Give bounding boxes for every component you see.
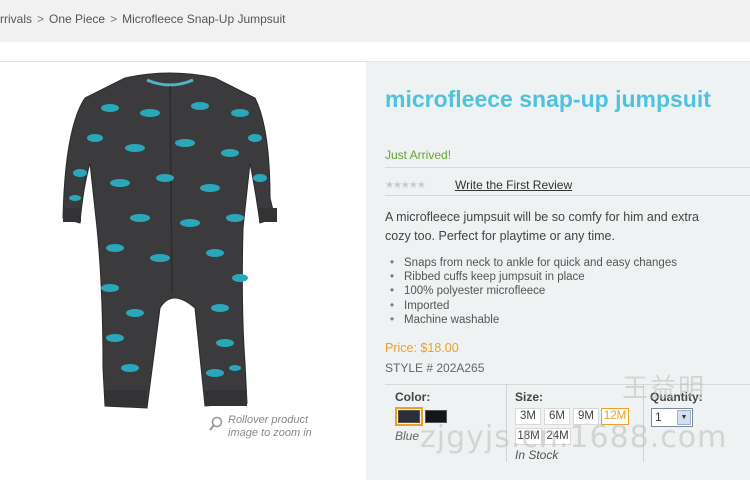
divider [385, 195, 750, 196]
product-detail-pane: microfleece snap-up jumpsuit Just Arrive… [366, 62, 750, 480]
product-title: microfleece snap-up jumpsuit [385, 86, 711, 112]
breadcrumb-current: Microfleece Snap-Up Jumpsuit [122, 12, 286, 26]
divider [385, 167, 750, 168]
feature-item: Ribbed cuffs keep jumpsuit in place [390, 270, 677, 284]
breadcrumb-link-arrivals[interactable]: rrivals [0, 12, 32, 26]
selected-color-name: Blue [395, 429, 420, 443]
feature-item: Imported [390, 299, 677, 313]
product-image-pane: Rollover product image to zoom in [0, 62, 366, 480]
watermark-name: 王益明 [622, 374, 707, 404]
zoom-hint-text: Rollover product image to zoom in [228, 414, 312, 439]
product-description: A microfleece jumpsuit will be so comfy … [385, 210, 700, 243]
feature-item: Snaps from neck to ankle for quick and e… [390, 256, 677, 270]
breadcrumb-bar: rrivals > One Piece > Microfleece Snap-Up Ju… [0, 0, 750, 42]
rating-stars-icon: ★★★★★ [385, 180, 426, 191]
product-image[interactable] [55, 68, 285, 418]
breadcrumb-link-one-piece[interactable]: One Piece [49, 12, 105, 26]
watermark-url: zjgyjs.cn.1688.com [420, 420, 728, 455]
breadcrumb-separator: > [110, 12, 118, 26]
color-label: Color: [395, 390, 431, 404]
color-swatch-blue[interactable] [395, 407, 423, 426]
just-arrived-badge: Just Arrived! [385, 148, 452, 162]
feature-item: 100% polyester microfleece [390, 284, 677, 298]
feature-item: Machine washable [390, 313, 677, 327]
product-price: Price: $18.00 [385, 341, 459, 355]
write-review-link[interactable]: Write the First Review [455, 178, 572, 192]
style-number: STYLE # 202A265 [385, 361, 485, 375]
feature-list: Snaps from neck to ankle for quick and e… [390, 256, 677, 327]
magnifier-icon [209, 416, 223, 431]
breadcrumb: rrivals > One Piece > Microfleece Snap-Up Ju… [0, 12, 285, 26]
breadcrumb-separator: > [37, 12, 45, 26]
size-label: Size: [515, 390, 544, 404]
